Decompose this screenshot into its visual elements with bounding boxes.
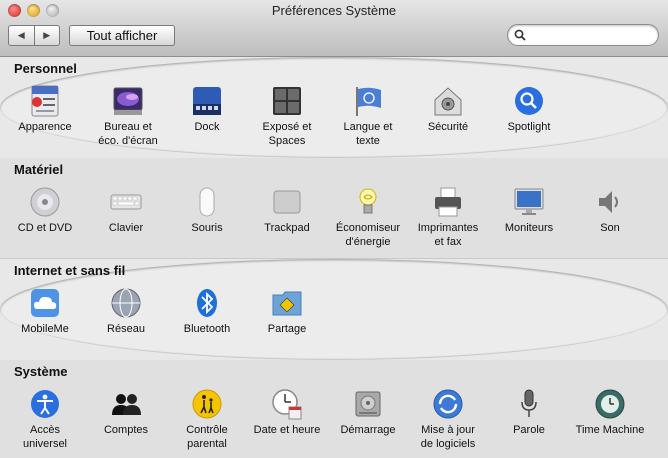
pref-label: Réseau <box>107 323 145 335</box>
pref-label: Moniteurs <box>504 222 554 234</box>
dock-icon <box>193 87 221 115</box>
sound-icon <box>599 191 618 213</box>
printer-icon <box>435 187 461 217</box>
pref-energy-saver[interactable]: Économiseur d'énergie <box>326 185 410 249</box>
expose-spaces-icon <box>273 87 301 115</box>
section-internet: Internet et sans fil MobileMe Réseau Blu… <box>0 259 668 360</box>
bluetooth-icon <box>197 289 217 317</box>
pref-label: Comptes <box>103 424 149 436</box>
pref-label: Partage <box>267 323 307 335</box>
pref-label: Clavier <box>108 222 144 234</box>
date-time-icon <box>272 389 302 420</box>
pref-label: Démarrage <box>340 424 396 436</box>
pref-dock[interactable]: Dock <box>165 84 249 134</box>
pref-label: Accès universel <box>22 424 68 450</box>
pref-universal-access[interactable]: Accès universel <box>3 387 87 451</box>
network-icon <box>111 288 141 318</box>
pref-label: CD et DVD <box>17 222 73 234</box>
pref-label: Contrôle parental <box>186 424 228 450</box>
pref-parental-controls[interactable]: Contrôle parental <box>165 387 249 451</box>
forward-button[interactable]: ▶ <box>33 26 60 45</box>
pref-label: Apparence <box>18 121 72 133</box>
show-all-button[interactable]: Tout afficher <box>69 25 175 46</box>
pref-language-text[interactable]: Langue et texte <box>326 84 410 148</box>
pref-security[interactable]: Sécurité <box>406 84 490 134</box>
search-icon <box>514 29 526 41</box>
parental-controls-icon <box>192 389 222 419</box>
section-personnel: Personnel Apparence Bureau et éco. d'écr… <box>0 57 668 158</box>
navigation-buttons: ◀ ▶ <box>8 25 60 46</box>
pref-label: Spotlight <box>507 121 551 133</box>
pref-mobileme[interactable]: MobileMe <box>3 286 87 336</box>
pref-time-machine[interactable]: Time Machine <box>568 387 652 437</box>
mobileme-icon <box>31 289 59 317</box>
section-materiel: Matériel CD et DVD Clavier Souris Trackp… <box>0 158 668 259</box>
sharing-icon <box>272 291 302 316</box>
section-title: Matériel <box>14 162 64 177</box>
pref-label: Son <box>600 222 620 234</box>
pref-label: Exposé et Spaces <box>262 121 312 147</box>
pref-cd-dvd[interactable]: CD et DVD <box>3 185 87 235</box>
search-input[interactable] <box>530 27 654 44</box>
pref-speech[interactable]: Parole <box>487 387 571 437</box>
pref-date-time[interactable]: Date et heure <box>245 387 329 437</box>
pref-label: Mise à jour de logiciels <box>420 424 476 450</box>
startup-disk-icon <box>355 391 381 417</box>
window-title: Préférences Système <box>271 3 397 18</box>
pref-sound[interactable]: Son <box>568 185 652 235</box>
pref-startup-disk[interactable]: Démarrage <box>326 387 410 437</box>
pref-accounts[interactable]: Comptes <box>84 387 168 437</box>
speech-icon <box>521 389 537 417</box>
accounts-icon <box>112 394 141 415</box>
section-title: Internet et sans fil <box>14 263 126 278</box>
window-toolbar: Préférences Système ◀ ▶ Tout afficher <box>0 0 668 57</box>
pref-expose-spaces[interactable]: Exposé et Spaces <box>245 84 329 148</box>
pref-network[interactable]: Réseau <box>84 286 168 336</box>
pref-display[interactable]: Moniteurs <box>487 185 571 235</box>
pref-printer[interactable]: Imprimantes et fax <box>406 185 490 249</box>
universal-access-icon <box>31 390 59 418</box>
section-title: Système <box>14 364 68 379</box>
pref-label: Imprimantes et fax <box>417 222 479 248</box>
pref-label: Date et heure <box>253 424 321 436</box>
pref-bluetooth[interactable]: Bluetooth <box>165 286 249 336</box>
pref-label: Trackpad <box>264 222 310 234</box>
energy-saver-icon <box>359 188 377 214</box>
display-icon <box>514 188 544 215</box>
search-field[interactable] <box>507 24 659 46</box>
time-machine-icon <box>595 389 625 419</box>
pref-mouse[interactable]: Souris <box>165 185 249 235</box>
appearance-icon <box>31 85 59 117</box>
pref-spotlight[interactable]: Spotlight <box>487 84 571 134</box>
section-systeme: Système Accès universel Comptes Contrôle… <box>0 360 668 458</box>
pref-label: Parole <box>513 424 545 436</box>
pref-label: Souris <box>191 222 223 234</box>
pref-keyboard[interactable]: Clavier <box>84 185 168 235</box>
security-icon <box>434 87 462 116</box>
trackpad-icon <box>273 190 301 214</box>
spotlight-icon <box>515 87 543 115</box>
cd-dvd-icon <box>30 187 60 217</box>
pref-label: Dock <box>194 121 220 133</box>
pref-label: Bureau et éco. d'écran <box>98 121 158 147</box>
keyboard-icon <box>110 194 142 210</box>
pref-label: Économiseur d'énergie <box>335 222 401 248</box>
pref-software-update[interactable]: Mise à jour de logiciels <box>406 387 490 451</box>
pref-label: Bluetooth <box>183 323 231 335</box>
pref-label: Time Machine <box>575 424 645 436</box>
pref-label: Sécurité <box>427 121 469 133</box>
software-update-icon <box>433 389 463 419</box>
pref-label: MobileMe <box>21 323 69 335</box>
pref-trackpad[interactable]: Trackpad <box>245 185 329 235</box>
mouse-icon <box>199 187 215 217</box>
pref-label: Langue et texte <box>343 121 393 147</box>
section-title: Personnel <box>14 61 77 76</box>
pref-sharing[interactable]: Partage <box>245 286 329 336</box>
back-button[interactable]: ◀ <box>9 26 34 45</box>
desktop-screensaver-icon <box>113 87 143 115</box>
pref-desktop-screensaver[interactable]: Bureau et éco. d'écran <box>86 84 170 148</box>
pref-appearance[interactable]: Apparence <box>3 84 87 134</box>
language-text-icon <box>356 87 381 116</box>
